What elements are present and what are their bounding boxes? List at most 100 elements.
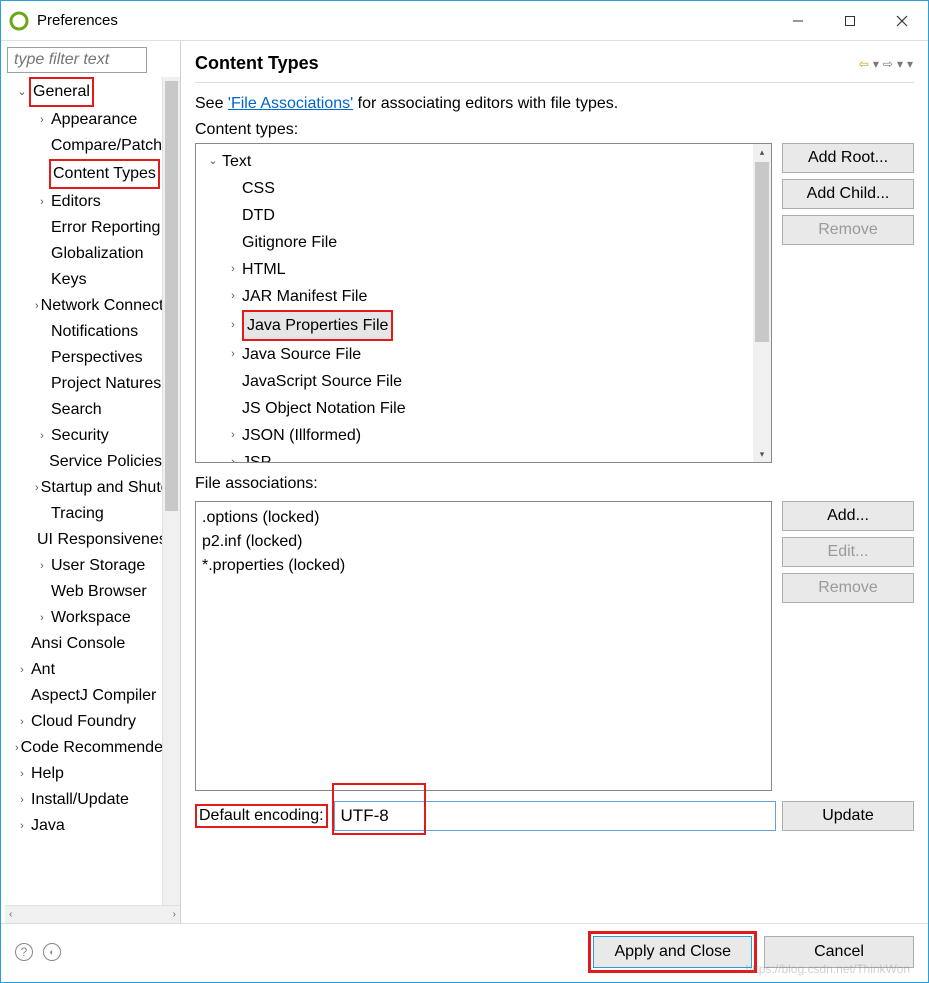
page-title: Content Types [195, 53, 319, 74]
nav-appearance[interactable]: ›Appearance [5, 107, 162, 133]
nav-search[interactable]: Search [5, 397, 162, 423]
types-scrollbar[interactable]: ▴ ▾ [753, 144, 771, 462]
nav-content-types[interactable]: Content Types [5, 159, 162, 189]
update-button[interactable]: Update [782, 801, 914, 831]
type-jar-manifest[interactable]: ›JAR Manifest File [202, 283, 753, 310]
back-icon[interactable]: ⇦ [858, 57, 870, 71]
nav-general[interactable]: ⌄General [5, 77, 162, 107]
sidebar-scrollbar[interactable] [162, 77, 180, 905]
nav-notifications[interactable]: Notifications [5, 319, 162, 345]
type-text[interactable]: ⌄Text [202, 148, 753, 175]
window-title: Preferences [37, 12, 772, 29]
nav-compare[interactable]: Compare/Patch [5, 133, 162, 159]
add-child-button[interactable]: Add Child... [782, 179, 914, 209]
import-export-icon[interactable]: ◐ [43, 943, 61, 961]
nav-network[interactable]: ›Network Connections [5, 293, 162, 319]
forward-icon[interactable]: ⇨ [882, 57, 894, 71]
maximize-button[interactable] [824, 1, 876, 40]
help-icon[interactable]: ? [15, 943, 33, 961]
remove-assoc-button[interactable]: Remove [782, 573, 914, 603]
expand-icon: › [15, 813, 29, 839]
expand-icon: › [15, 735, 19, 761]
nav-aspectj[interactable]: AspectJ Compiler [5, 683, 162, 709]
sidebar: ⌄General ›Appearance Compare/Patch Conte… [1, 41, 181, 923]
expand-icon: ⌄ [15, 79, 29, 105]
nav-help[interactable]: ›Help [5, 761, 162, 787]
collapse-icon: ⌄ [206, 148, 220, 175]
nav-ant[interactable]: ›Ant [5, 657, 162, 683]
nav-user-storage[interactable]: ›User Storage [5, 553, 162, 579]
nav-tracing[interactable]: Tracing [5, 501, 162, 527]
type-java-properties[interactable]: ›Java Properties File [202, 310, 753, 341]
type-gitignore[interactable]: Gitignore File [202, 229, 753, 256]
scrollbar-thumb[interactable] [755, 162, 769, 342]
nav-editors[interactable]: ›Editors [5, 189, 162, 215]
nav-tree[interactable]: ⌄General ›Appearance Compare/Patch Conte… [5, 77, 162, 905]
type-json-notation[interactable]: JS Object Notation File [202, 395, 753, 422]
nav-ansi-console[interactable]: Ansi Console [5, 631, 162, 657]
forward-dropdown-icon[interactable]: ▾ [896, 57, 904, 71]
default-encoding-label: Default encoding: [195, 804, 328, 828]
back-dropdown-icon[interactable]: ▾ [872, 57, 880, 71]
remove-type-button[interactable]: Remove [782, 215, 914, 245]
type-css[interactable]: CSS [202, 175, 753, 202]
add-assoc-button[interactable]: Add... [782, 501, 914, 531]
add-root-button[interactable]: Add Root... [782, 143, 914, 173]
expand-icon: › [35, 423, 49, 449]
nav-perspectives[interactable]: Perspectives [5, 345, 162, 371]
type-js-source[interactable]: JavaScript Source File [202, 368, 753, 395]
preferences-window: Preferences ⌄General ›Appearance Compare… [0, 0, 929, 983]
nav-globalization[interactable]: Globalization [5, 241, 162, 267]
nav-startup[interactable]: ›Startup and Shutdown [5, 475, 162, 501]
scroll-down-icon[interactable]: ▾ [753, 446, 771, 462]
footer: ? ◐ Apply and Close Cancel [1, 923, 928, 982]
type-java-source[interactable]: ›Java Source File [202, 341, 753, 368]
cancel-button[interactable]: Cancel [764, 936, 914, 968]
nav-error-reporting[interactable]: Error Reporting [5, 215, 162, 241]
scrollbar-thumb[interactable] [165, 81, 178, 511]
expand-icon: › [226, 422, 240, 449]
sidebar-hscrollbar[interactable]: ‹ › [5, 905, 180, 923]
assoc-item[interactable]: *.properties (locked) [202, 554, 765, 578]
content-types-label: Content types: [195, 121, 914, 139]
minimize-button[interactable] [772, 1, 824, 40]
expand-icon: › [35, 475, 39, 501]
nav-service-policies[interactable]: Service Policies [5, 449, 162, 475]
titlebar: Preferences [1, 1, 928, 41]
type-dtd[interactable]: DTD [202, 202, 753, 229]
assoc-item[interactable]: .options (locked) [202, 506, 765, 530]
type-html[interactable]: ›HTML [202, 256, 753, 283]
content-panel: Content Types ⇦ ▾ ⇨ ▾ ▾ See 'File Associ… [181, 41, 928, 923]
expand-icon: › [226, 283, 240, 310]
content-types-tree[interactable]: ⌄Text CSS DTD Gitignore File ›HTML ›JAR … [195, 143, 772, 463]
nav-code-recommenders[interactable]: ›Code Recommenders [5, 735, 162, 761]
nav-project-natures[interactable]: Project Natures [5, 371, 162, 397]
nav-install-update[interactable]: ›Install/Update [5, 787, 162, 813]
default-encoding-input[interactable] [334, 801, 776, 831]
apply-and-close-button[interactable]: Apply and Close [593, 936, 752, 968]
nav-cloud-foundry[interactable]: ›Cloud Foundry [5, 709, 162, 735]
expand-icon: › [35, 107, 49, 133]
file-associations-list[interactable]: .options (locked) p2.inf (locked) *.prop… [195, 501, 772, 791]
edit-assoc-button[interactable]: Edit... [782, 537, 914, 567]
scroll-right-icon[interactable]: › [173, 909, 176, 920]
nav-ui-responsiveness[interactable]: UI Responsiveness [5, 527, 162, 553]
expand-icon: › [226, 449, 240, 462]
scroll-up-icon[interactable]: ▴ [753, 144, 771, 160]
expand-icon: › [15, 657, 29, 683]
type-jsp[interactable]: ›JSP [202, 449, 753, 462]
assoc-item[interactable]: p2.inf (locked) [202, 530, 765, 554]
scroll-left-icon[interactable]: ‹ [9, 909, 12, 920]
type-json-illformed[interactable]: ›JSON (Illformed) [202, 422, 753, 449]
nav-keys[interactable]: Keys [5, 267, 162, 293]
file-associations-link[interactable]: 'File Associations' [228, 95, 353, 112]
nav-workspace[interactable]: ›Workspace [5, 605, 162, 631]
nav-java[interactable]: ›Java [5, 813, 162, 839]
nav-security[interactable]: ›Security [5, 423, 162, 449]
expand-icon: › [35, 293, 39, 319]
close-button[interactable] [876, 1, 928, 40]
filter-input[interactable] [7, 47, 147, 73]
nav-web-browser[interactable]: Web Browser [5, 579, 162, 605]
expand-icon: › [226, 341, 240, 368]
menu-dropdown-icon[interactable]: ▾ [906, 57, 914, 71]
